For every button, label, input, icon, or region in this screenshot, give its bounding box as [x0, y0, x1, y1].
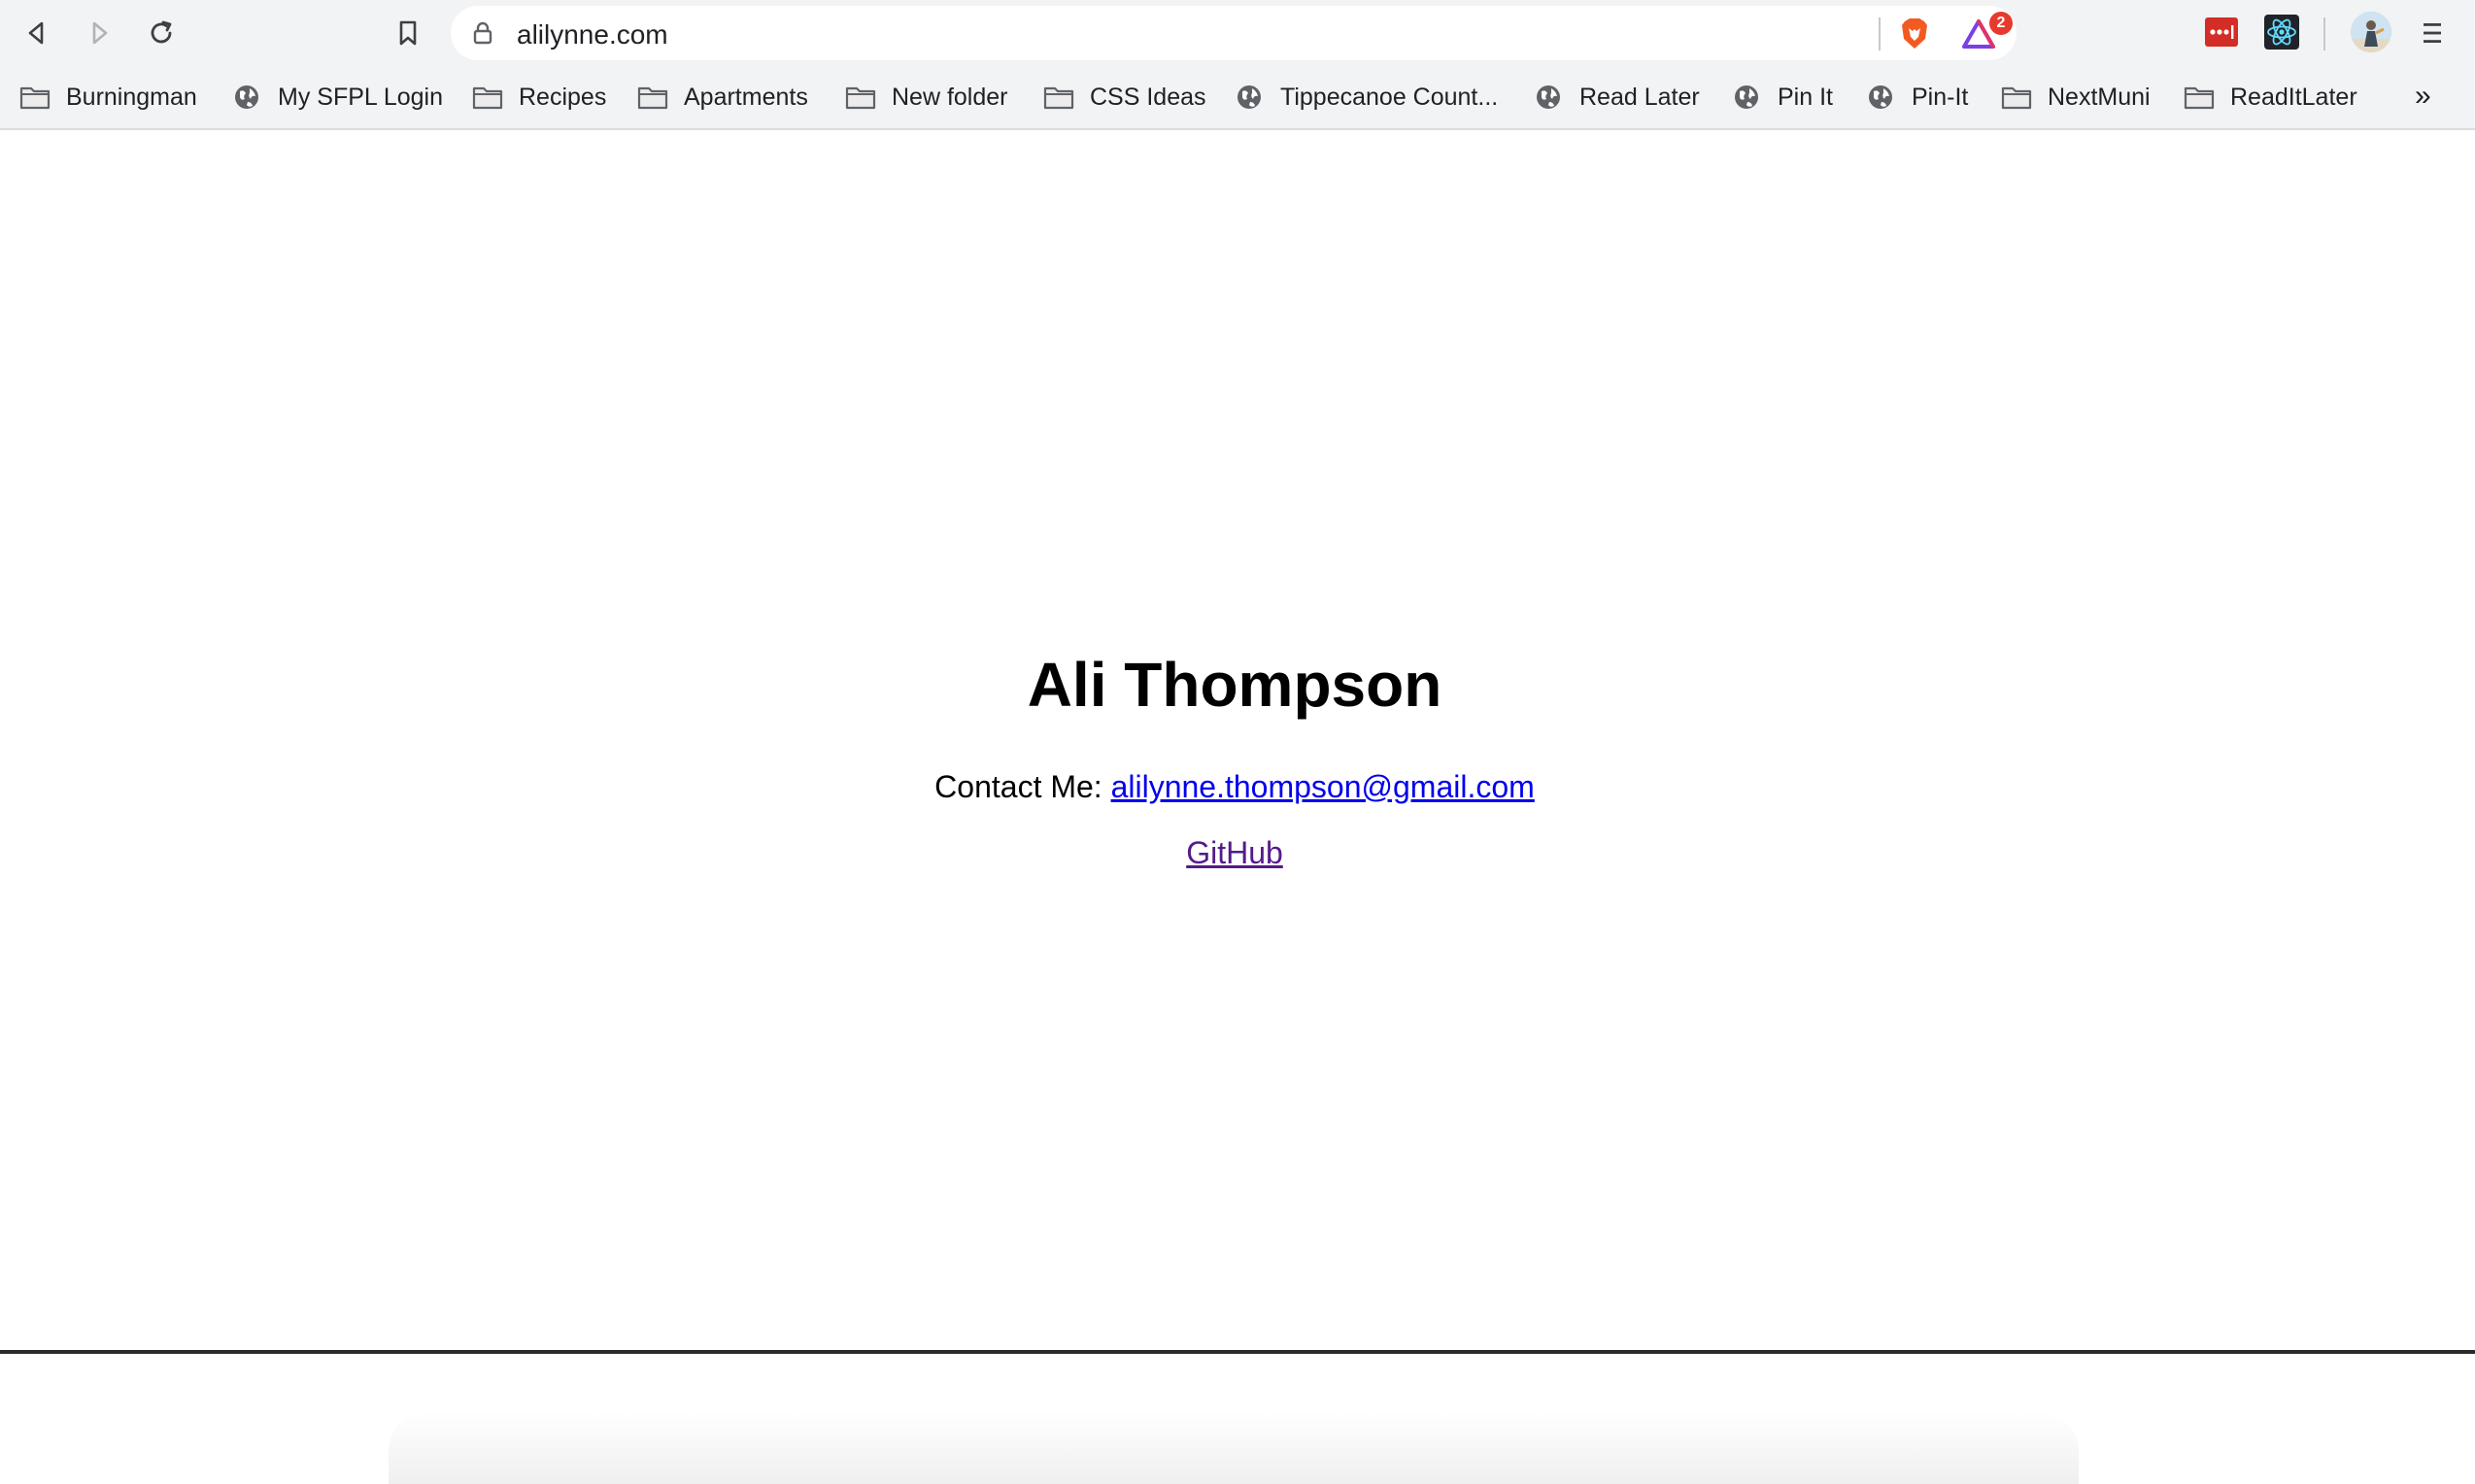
page-content: Ali Thompson Contact Me: alilynne.thomps… [0, 130, 2475, 1484]
bookmark-label: Read Later [1579, 83, 1700, 111]
browser-menu-icon[interactable] [2419, 14, 2446, 52]
address-bar-divider [1879, 17, 1881, 51]
folder-icon [2001, 86, 2032, 110]
globe-icon [235, 85, 258, 109]
forward-arrow-icon [92, 21, 108, 45]
extensions-divider [2323, 17, 2325, 51]
bookmark-pin-it-2[interactable]: Pin-It [1865, 76, 1968, 118]
globe-icon [1735, 85, 1758, 109]
bookmark-label: Burningman [66, 83, 197, 111]
rewards-count-badge: 2 [1989, 12, 2013, 35]
url-text[interactable]: alilynne.com [517, 19, 668, 51]
bookmark-label: Pin It [1778, 83, 1833, 111]
bookmark-nextmuni[interactable]: NextMuni [2001, 76, 2151, 118]
bookmark-label: Pin-It [1912, 83, 1969, 111]
folder-icon [472, 86, 503, 110]
back-arrow-icon [28, 21, 44, 45]
bookmark-css-ideas[interactable]: CSS Ideas [1043, 76, 1206, 118]
react-devtools-icon[interactable] [2263, 14, 2300, 51]
browser-toolbar: alilynne.com 2 [0, 0, 2475, 66]
reload-icon [151, 20, 172, 44]
folder-icon [19, 86, 51, 110]
window-bottom-edge [0, 1350, 2475, 1354]
bookmark-label: CSS Ideas [1090, 83, 1206, 111]
forward-button[interactable] [78, 12, 120, 54]
address-bar[interactable]: alilynne.com 2 [451, 6, 2017, 60]
bookmark-my-sfpl-login[interactable]: My SFPL Login [231, 76, 443, 118]
profile-avatar[interactable] [2351, 12, 2391, 52]
contact-line: Contact Me: alilynne.thompson@gmail.com [0, 769, 2469, 805]
folder-icon [845, 86, 876, 110]
folder-icon [637, 86, 668, 110]
bookmark-readitlater[interactable]: ReadItLater [2184, 76, 2357, 118]
bookmarks-overflow-button[interactable]: » [2415, 80, 2431, 113]
bookmark-new-folder[interactable]: New folder [845, 76, 1008, 118]
bookmark-label: ReadItLater [2230, 83, 2357, 111]
page-title: Ali Thompson [1027, 650, 1442, 720]
bookmark-burningman[interactable]: Burningman [19, 76, 197, 118]
reload-button[interactable] [140, 12, 183, 54]
bookmark-apartments[interactable]: Apartments [637, 76, 808, 118]
bookmark-label: Recipes [519, 83, 607, 111]
bookmark-label: My SFPL Login [278, 83, 443, 111]
globe-icon [1238, 85, 1261, 109]
bookmark-read-later[interactable]: Read Later [1533, 76, 1700, 118]
bookmark-icon [399, 20, 417, 46]
lock-icon [473, 21, 492, 45]
brave-shields-icon[interactable] [1896, 16, 1933, 52]
bookmark-label: New folder [892, 83, 1008, 111]
lastpass-icon[interactable] [2203, 14, 2240, 51]
globe-icon [1537, 85, 1560, 109]
bottom-shadow [389, 1412, 2079, 1484]
github-link[interactable]: GitHub [1186, 835, 1283, 870]
folder-icon [2184, 86, 2215, 110]
bookmark-label: Apartments [684, 83, 808, 111]
back-button[interactable] [16, 12, 58, 54]
bookmark-label: Tippecanoe Count... [1280, 83, 1499, 111]
profile-picture-icon [2351, 12, 2391, 52]
email-link[interactable]: alilynne.thompson@gmail.com [1111, 769, 1535, 804]
folder-icon [1043, 86, 1074, 110]
globe-icon [1869, 85, 1892, 109]
bookmark-recipes[interactable]: Recipes [472, 76, 606, 118]
bookmarks-bar: Burningman My SFPL Login Recipes Apartme… [0, 66, 2475, 130]
bookmark-label: NextMuni [2048, 83, 2151, 111]
bookmark-tippecanoe-county[interactable]: Tippecanoe Count... [1234, 76, 1498, 118]
bookmark-page-button[interactable] [387, 12, 429, 54]
github-line: GitHub [0, 835, 2469, 871]
bookmark-pin-it[interactable]: Pin It [1731, 76, 1833, 118]
contact-label: Contact Me: [934, 769, 1111, 804]
